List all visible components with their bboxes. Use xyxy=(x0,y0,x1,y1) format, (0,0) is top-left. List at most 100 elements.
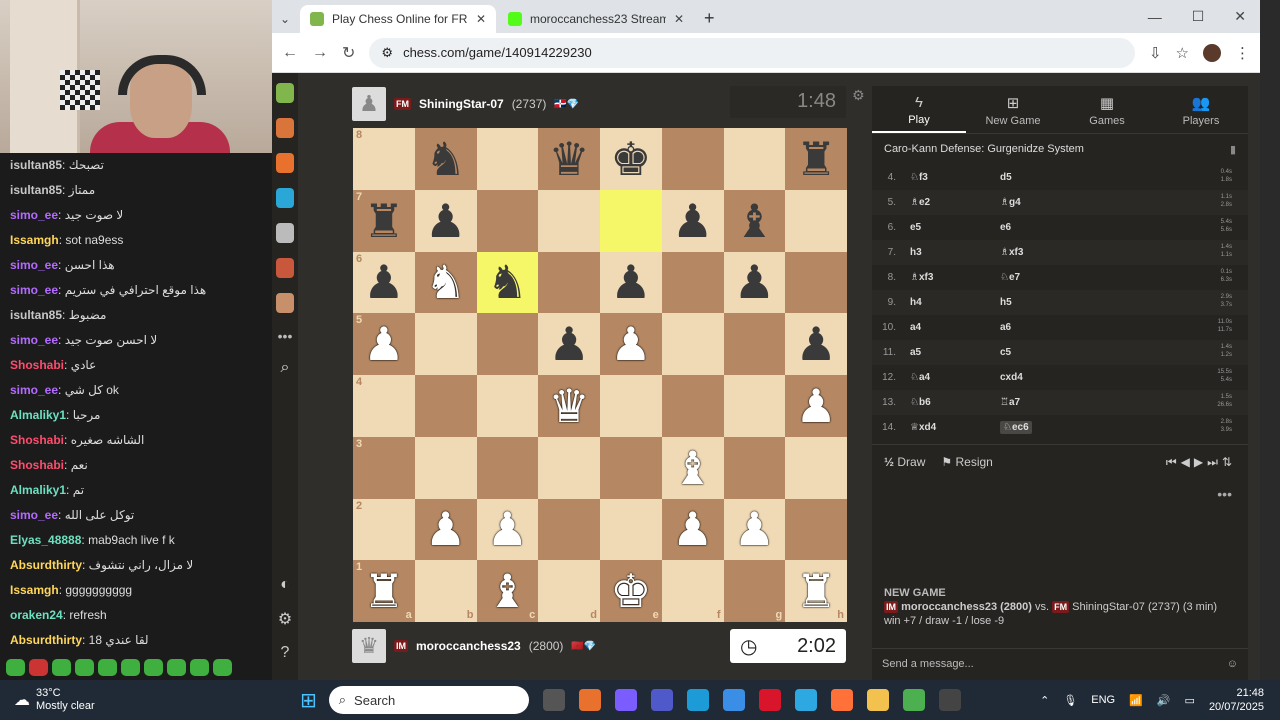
play-pawn-icon[interactable] xyxy=(276,83,294,103)
black-rook-icon[interactable]: ♜ xyxy=(796,136,837,182)
square-h3[interactable] xyxy=(785,436,847,499)
chat-username[interactable]: simo_ee xyxy=(10,258,58,272)
white-move[interactable]: ♗e2 xyxy=(910,197,1000,208)
chat-username[interactable]: simo_ee xyxy=(10,508,58,522)
chat-username[interactable]: simo_ee xyxy=(10,333,58,347)
tab-games[interactable]: ▦ Games xyxy=(1060,86,1154,133)
lessons-icon[interactable] xyxy=(276,188,294,208)
volume-icon[interactable]: 🔊 xyxy=(1157,694,1171,707)
square-h7[interactable] xyxy=(785,189,847,252)
black-bishop-icon[interactable]: ♝ xyxy=(734,198,775,244)
black-pawn-icon[interactable]: ♟ xyxy=(734,259,775,305)
square-f6[interactable] xyxy=(661,251,724,314)
clock[interactable]: 21:48 20/07/2025 xyxy=(1209,686,1264,714)
square-f1[interactable]: f xyxy=(661,560,724,622)
close-icon[interactable]: ✕ xyxy=(476,12,486,26)
search-icon[interactable]: ⌕ xyxy=(281,359,290,377)
opera-icon[interactable] xyxy=(758,689,781,711)
black-queen-icon[interactable]: ♛ xyxy=(549,136,590,182)
news-icon[interactable] xyxy=(276,258,294,278)
square-f2[interactable]: ♟ xyxy=(661,498,724,561)
square-d2[interactable] xyxy=(538,498,600,561)
tab-switcher[interactable]: ⌄ xyxy=(276,5,298,33)
avatar[interactable]: ♛ xyxy=(352,629,386,663)
reload-button[interactable]: ↻ xyxy=(342,43,355,63)
square-a5[interactable]: 5 ♟ xyxy=(353,313,415,375)
weather-widget[interactable]: ☁ 33°C Mostly clear xyxy=(0,687,200,713)
book-icon[interactable]: ▮ xyxy=(1230,143,1236,156)
close-window-button[interactable]: ✕ xyxy=(1234,8,1246,25)
black-move[interactable]: ♗g4 xyxy=(1000,197,1021,208)
white-pawn-icon[interactable]: ♟ xyxy=(610,321,651,367)
square-g2[interactable]: ♟ xyxy=(723,498,786,561)
chrome-icon[interactable] xyxy=(902,689,925,711)
black-move[interactable]: ♗xf3 xyxy=(1000,247,1023,258)
black-pawn-icon[interactable]: ♟ xyxy=(549,321,590,367)
white-move[interactable]: e5 xyxy=(910,222,1000,233)
square-d4[interactable]: ♛ xyxy=(538,375,600,437)
chat-username[interactable]: isultan85 xyxy=(10,158,62,172)
back-button[interactable]: ← xyxy=(282,44,298,62)
black-pawn-icon[interactable]: ♟ xyxy=(425,198,466,244)
chat-username[interactable]: Shoshabi xyxy=(10,433,64,447)
square-a2[interactable]: 2 xyxy=(353,498,415,561)
chat-input[interactable]: Send a message... ☺ xyxy=(872,648,1248,680)
tab-play[interactable]: ϟ Play xyxy=(872,86,966,133)
bookmark-star-icon[interactable]: ☆ xyxy=(1176,44,1189,62)
theme-icon[interactable]: ◐ xyxy=(280,576,290,594)
square-c5[interactable] xyxy=(476,313,539,375)
square-g6[interactable]: ♟ xyxy=(723,251,786,314)
black-move[interactable]: c5 xyxy=(1000,347,1011,358)
app-icon[interactable] xyxy=(578,689,601,711)
draw-button[interactable]: ½ Draw xyxy=(884,455,925,469)
square-a3[interactable]: 3 xyxy=(353,436,415,499)
player-name[interactable]: moroccanchess23 xyxy=(416,639,521,653)
maximize-button[interactable]: ☐ xyxy=(1192,8,1205,25)
square-f5[interactable] xyxy=(661,313,724,375)
square-g5[interactable] xyxy=(723,313,786,375)
square-g1[interactable]: g xyxy=(723,560,786,622)
square-e1[interactable]: e ♚ xyxy=(600,560,662,622)
language-indicator[interactable]: ENG xyxy=(1091,694,1115,706)
square-c4[interactable] xyxy=(476,375,539,437)
square-e3[interactable] xyxy=(600,436,662,499)
white-king-icon[interactable]: ♚ xyxy=(610,568,651,614)
black-move[interactable]: e6 xyxy=(1000,222,1011,233)
square-e4[interactable] xyxy=(600,375,662,437)
install-icon[interactable]: ⇩ xyxy=(1149,44,1162,62)
square-b5[interactable] xyxy=(414,313,477,375)
black-knight-icon[interactable]: ♞ xyxy=(487,259,528,305)
chat-username[interactable]: Almaliky1 xyxy=(10,483,66,497)
square-b1[interactable]: b xyxy=(414,560,477,622)
square-c3[interactable] xyxy=(476,436,539,499)
square-b6[interactable]: ♞ xyxy=(414,251,477,314)
white-bishop-icon[interactable]: ♝ xyxy=(672,445,713,491)
chess-board[interactable]: 8 ♞ ♛ ♚ ♜ 7 ♜ ♟ ♟ ♝ 6 ♟ ♞ ♞ ♟ ♟ 5 ♟ ♟ ♟ ♟ 4 ♛ ♟ 3 ♝ 2 ♟ ♟ ♟ ♟ 1 a ♜ b c ♝ d e ♚… xyxy=(353,128,847,622)
board-settings-icon[interactable]: ⚙ xyxy=(852,87,865,104)
black-king-icon[interactable]: ♚ xyxy=(610,136,651,182)
chat-username[interactable]: isultan85 xyxy=(10,308,62,322)
emote-icon[interactable] xyxy=(98,659,117,676)
wifi-icon[interactable]: 📶 xyxy=(1129,694,1143,707)
white-move[interactable]: h4 xyxy=(910,297,1000,308)
chat-username[interactable]: Elyas_48888 xyxy=(10,533,81,547)
black-pawn-icon[interactable]: ♟ xyxy=(610,259,651,305)
battery-icon[interactable]: ▭ xyxy=(1185,694,1195,707)
square-c8[interactable] xyxy=(476,128,539,190)
square-e5[interactable]: ♟ xyxy=(600,313,662,375)
square-g4[interactable] xyxy=(723,375,786,437)
chat-username[interactable]: simo_ee xyxy=(10,283,58,297)
square-a1[interactable]: 1 a ♜ xyxy=(353,560,415,622)
square-b3[interactable] xyxy=(414,436,477,499)
white-pawn-icon[interactable]: ♟ xyxy=(796,383,837,429)
social-icon[interactable] xyxy=(276,293,294,313)
taskbar-search[interactable]: ⌕ Search xyxy=(328,686,529,714)
edge-icon[interactable] xyxy=(686,689,709,711)
white-pawn-icon[interactable]: ♟ xyxy=(425,506,466,552)
emote-icon[interactable] xyxy=(213,659,232,676)
white-move[interactable]: ♘b6 xyxy=(910,397,1000,408)
square-f8[interactable] xyxy=(661,128,724,190)
white-move[interactable]: h3 xyxy=(910,247,1000,258)
square-h6[interactable] xyxy=(785,251,847,314)
square-c6[interactable]: ♞ xyxy=(476,251,539,314)
